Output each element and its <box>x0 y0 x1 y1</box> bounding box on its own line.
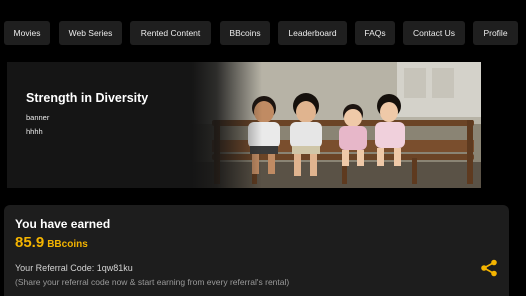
nav-web-series[interactable]: Web Series <box>59 21 122 45</box>
nav-leaderboard[interactable]: Leaderboard <box>278 21 347 45</box>
nav-movies[interactable]: Movies <box>4 21 50 45</box>
banner-gradient <box>192 62 262 188</box>
banner-description: hhhh <box>26 127 43 136</box>
nav-bbcoins[interactable]: BBcoins <box>220 21 270 45</box>
earnings-card: You have earned 85.9 BBcoins Your Referra… <box>4 205 509 296</box>
nav-contact-us[interactable]: Contact Us <box>403 21 465 45</box>
earnings-unit: BBcoins <box>47 239 88 250</box>
banner-subtitle: banner <box>26 113 50 122</box>
featured-banner[interactable]: Strength in Diversity banner hhhh <box>7 62 481 188</box>
nav-faqs[interactable]: FAQs <box>355 21 395 45</box>
earnings-amount: 85.9 <box>15 234 45 251</box>
top-navigation: Movies Web Series Rented Content BBcoins… <box>4 21 522 45</box>
referral-hint: (Share your referral code now & start ea… <box>15 277 290 287</box>
nav-profile[interactable]: Profile <box>473 21 518 45</box>
referral-code: Your Referral Code: 1qw81ku <box>15 263 133 273</box>
nav-rented-content[interactable]: Rented Content <box>130 21 211 45</box>
earnings-heading: You have earned <box>15 217 111 231</box>
share-icon[interactable] <box>479 258 499 278</box>
earnings-amount-row: 85.9 BBcoins <box>15 234 88 252</box>
banner-title: Strength in Diversity <box>26 91 149 105</box>
